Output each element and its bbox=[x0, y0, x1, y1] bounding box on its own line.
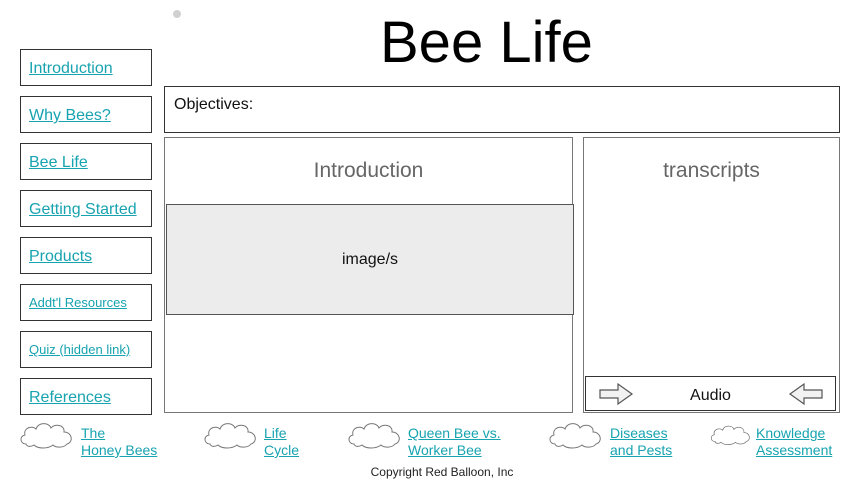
bottom-link-honey-bees-line2: Honey Bees bbox=[81, 442, 158, 458]
nav-item-resources[interactable]: Addt'l Resources bbox=[20, 284, 152, 321]
bottom-link-life-cycle-line2: Cycle bbox=[264, 442, 300, 458]
nav-item-getting-started[interactable]: Getting Started bbox=[20, 190, 152, 227]
image-placeholder-label: image/s bbox=[341, 251, 399, 268]
transcripts-panel: transcripts bbox=[583, 137, 840, 413]
bottom-link-knowledge[interactable]: Knowledge Assessment bbox=[756, 425, 832, 459]
cloud-icon bbox=[20, 423, 72, 449]
bottom-link-diseases-line1: Diseases bbox=[610, 425, 668, 441]
nav-link-quiz[interactable]: Quiz (hidden link) bbox=[29, 342, 130, 357]
bottom-link-queen-worker-line1: Queen Bee vs. bbox=[408, 425, 501, 441]
audio-bar: Audio bbox=[585, 376, 836, 411]
nav-item-references[interactable]: References bbox=[20, 378, 152, 415]
bottom-link-knowledge-line2: Assessment bbox=[756, 442, 833, 458]
nav-link-getting-started[interactable]: Getting Started bbox=[29, 201, 137, 219]
bottom-link-diseases[interactable]: Diseases and Pests bbox=[610, 425, 672, 459]
nav-item-why-bees[interactable]: Why Bees? bbox=[20, 96, 152, 133]
bottom-link-knowledge-line1: Knowledge bbox=[756, 425, 826, 441]
cloud-icon bbox=[710, 425, 750, 445]
content-title: Introduction bbox=[313, 159, 424, 182]
objectives-box: Objectives: bbox=[164, 86, 840, 133]
cloud-icon bbox=[348, 423, 400, 449]
nav-link-references[interactable]: References bbox=[29, 389, 111, 407]
nav-item-quiz[interactable]: Quiz (hidden link) bbox=[20, 331, 152, 368]
nav-link-why-bees[interactable]: Why Bees? bbox=[29, 107, 111, 125]
bottom-link-life-cycle-line1: Life bbox=[264, 425, 287, 441]
bottom-link-life-cycle[interactable]: Life Cycle bbox=[264, 425, 299, 459]
nav-item-bee-life[interactable]: Bee Life bbox=[20, 143, 152, 180]
nav-item-products[interactable]: Products bbox=[20, 237, 152, 274]
image-placeholder: image/s bbox=[166, 204, 574, 315]
objectives-label: Objectives: bbox=[174, 96, 254, 113]
decorative-dot bbox=[173, 10, 181, 18]
bottom-link-honey-bees[interactable]: The Honey Bees bbox=[81, 425, 157, 459]
copyright: Copyright Red Balloon, Inc bbox=[370, 465, 514, 479]
cloud-icon bbox=[549, 423, 601, 449]
left-arrow-icon[interactable] bbox=[788, 381, 824, 407]
nav-link-resources[interactable]: Addt'l Resources bbox=[29, 295, 127, 310]
nav-link-products[interactable]: Products bbox=[29, 248, 92, 266]
nav-link-introduction[interactable]: Introduction bbox=[29, 60, 113, 78]
nav-link-bee-life[interactable]: Bee Life bbox=[29, 154, 88, 172]
bottom-link-queen-worker-line2: Worker Bee bbox=[408, 442, 482, 458]
transcripts-title: transcripts bbox=[663, 159, 760, 182]
nav-item-introduction[interactable]: Introduction bbox=[20, 49, 152, 86]
page-title: Bee Life bbox=[380, 10, 593, 75]
bottom-link-honey-bees-line1: The bbox=[81, 425, 106, 441]
cloud-icon bbox=[204, 423, 256, 449]
bottom-link-queen-worker[interactable]: Queen Bee vs. Worker Bee bbox=[408, 425, 501, 459]
bottom-link-diseases-line2: and Pests bbox=[610, 442, 673, 458]
